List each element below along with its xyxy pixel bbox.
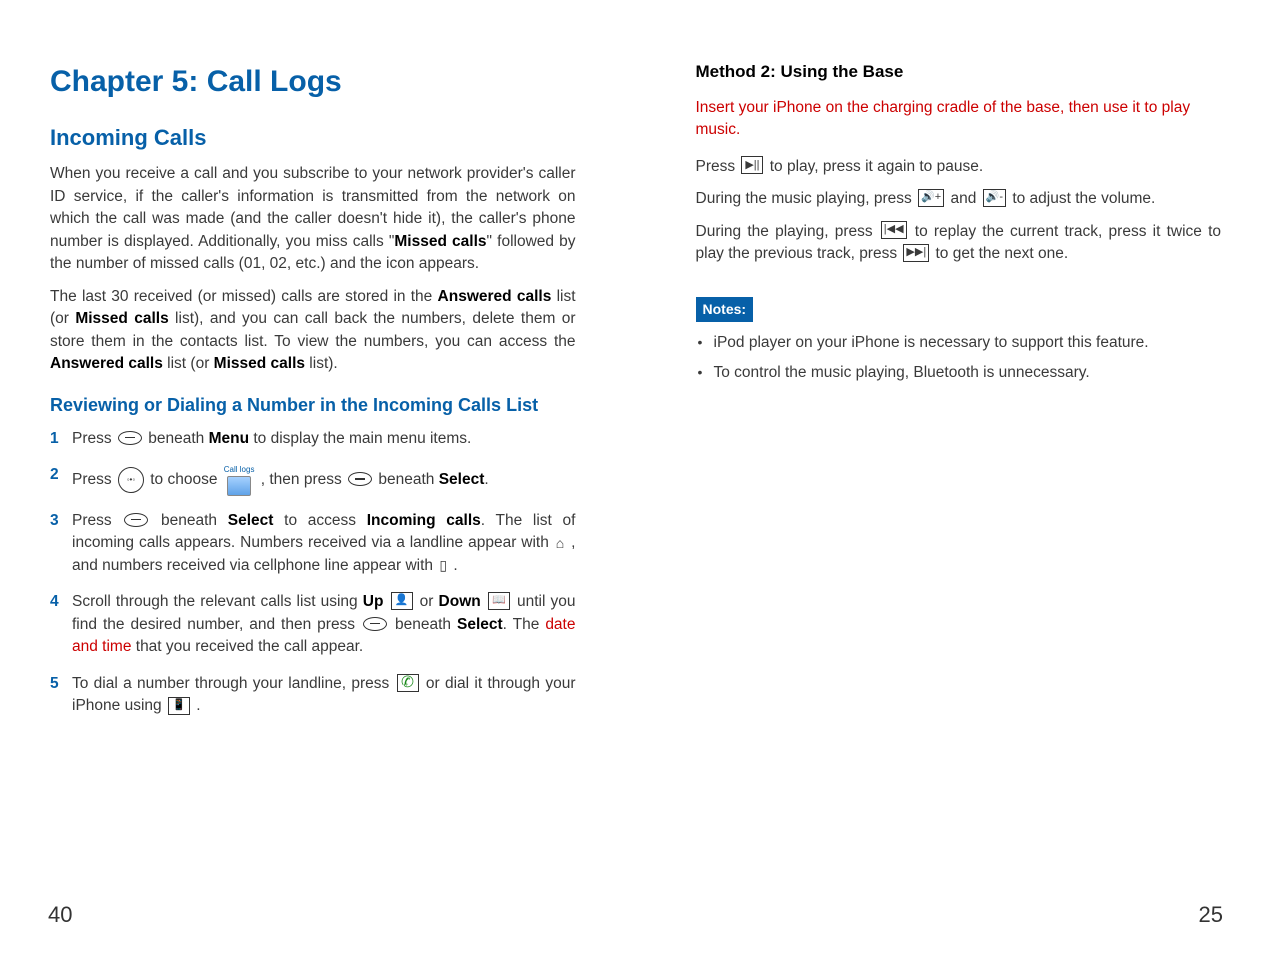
page-number-right: 25 xyxy=(1199,902,1223,928)
rp2b: and xyxy=(946,190,980,207)
volume-down-icon: 🔊- xyxy=(983,189,1006,207)
rp3c: to get the next one. xyxy=(931,245,1068,262)
step-1: 1 Press beneath Menu to display the main… xyxy=(50,428,576,450)
down-key-icon: 📖 xyxy=(488,592,510,610)
rp2a: During the music playing, press xyxy=(696,190,917,207)
notes-list: iPod player on your iPhone is necessary … xyxy=(696,332,1222,385)
s1a: Press xyxy=(72,430,116,447)
s2e: Select xyxy=(439,471,485,488)
note-1: iPod player on your iPhone is necessary … xyxy=(696,332,1222,354)
call-logs-label: Call logs xyxy=(224,464,255,476)
call-logs-icon: Call logs xyxy=(224,464,255,496)
s4d: Down xyxy=(439,593,481,610)
p2i: list). xyxy=(305,355,338,372)
intro-paragraph-2: The last 30 received (or missed) calls a… xyxy=(50,286,576,376)
s3b: beneath xyxy=(150,512,227,529)
s2c: , then press xyxy=(256,471,346,488)
s2a: Press xyxy=(72,471,116,488)
p2f: Answered calls xyxy=(50,355,163,372)
note-2: To control the music playing, Bluetooth … xyxy=(696,362,1222,384)
s1c: Menu xyxy=(209,430,249,447)
s4g: Select xyxy=(457,616,503,633)
mobile-icon: ▯ xyxy=(439,555,447,575)
s4c: or xyxy=(420,593,439,610)
step-num-3: 3 xyxy=(50,510,59,532)
s3e: Incoming calls xyxy=(367,512,481,529)
iphone-call-icon: 📱 xyxy=(168,697,190,715)
p2b: Answered calls xyxy=(438,288,552,305)
track-line: During the playing, press |◀◀ to replay … xyxy=(696,221,1222,266)
s1b: beneath xyxy=(144,430,209,447)
play-pause-line: Press ▶|| to play, press it again to pau… xyxy=(696,156,1222,178)
step-5: 5 To dial a number through your landline… xyxy=(50,673,576,718)
s3h: . xyxy=(449,557,458,574)
s3a: Press xyxy=(72,512,122,529)
reviewing-heading: Reviewing or Dialing a Number in the Inc… xyxy=(50,392,576,418)
step-num-4: 4 xyxy=(50,591,59,613)
step-num-5: 5 xyxy=(50,673,59,695)
step-num-2: 2 xyxy=(50,464,59,486)
rp1a: Press xyxy=(696,158,740,175)
rp1b: to play, press it again to pause. xyxy=(765,158,983,175)
softkey-oval-icon xyxy=(348,472,372,486)
softkey-oval-icon xyxy=(118,431,142,445)
s4a: Scroll through the relevant calls list u… xyxy=(72,593,363,610)
p2d: Missed calls xyxy=(75,310,168,327)
s4f: beneath xyxy=(389,616,457,633)
s2d: beneath xyxy=(374,471,439,488)
chapter-title: Chapter 5: Call Logs xyxy=(50,60,576,104)
notes-label: Notes: xyxy=(696,297,754,321)
s5a: To dial a number through your landline, … xyxy=(72,675,395,692)
steps-list: 1 Press beneath Menu to display the main… xyxy=(50,428,576,718)
left-column: Chapter 5: Call Logs Incoming Calls When… xyxy=(50,60,576,732)
rp3a: During the playing, press xyxy=(696,223,879,240)
s1d: to display the main menu items. xyxy=(249,430,471,447)
house-icon: ⌂ xyxy=(556,533,564,553)
s3d: to access xyxy=(273,512,366,529)
s2b: to choose xyxy=(146,471,222,488)
p2g: list (or xyxy=(163,355,214,372)
incoming-calls-heading: Incoming Calls xyxy=(50,122,576,154)
softkey-oval-icon xyxy=(124,513,148,527)
up-key-icon: 👤 xyxy=(391,592,413,610)
method-2-heading: Method 2: Using the Base xyxy=(696,60,1222,85)
s4j: that you received the call appear. xyxy=(131,638,363,655)
s3c: Select xyxy=(228,512,274,529)
page-number-left: 40 xyxy=(48,902,72,928)
volume-up-icon: 🔊+ xyxy=(918,189,944,207)
right-column: Method 2: Using the Base Insert your iPh… xyxy=(696,60,1222,732)
p2a: The last 30 received (or missed) calls a… xyxy=(50,288,438,305)
step-num-1: 1 xyxy=(50,428,59,450)
s4b: Up xyxy=(363,593,384,610)
p2h: Missed calls xyxy=(214,355,305,372)
step-4: 4 Scroll through the relevant calls list… xyxy=(50,591,576,658)
step-3: 3 Press beneath Select to access Incomin… xyxy=(50,510,576,577)
step-2: 2 Press ◦•◦ to choose Call logs , then p… xyxy=(50,464,576,496)
play-pause-icon: ▶|| xyxy=(741,156,763,174)
s4h: . The xyxy=(503,616,546,633)
insert-iphone-note: Insert your iPhone on the charging cradl… xyxy=(696,97,1222,142)
s2f: . xyxy=(484,471,488,488)
volume-line: During the music playing, press 🔊+ and 🔊… xyxy=(696,188,1222,210)
nav-wheel-icon: ◦•◦ xyxy=(118,467,144,493)
rp2c: to adjust the volume. xyxy=(1008,190,1155,207)
s5c: . xyxy=(192,697,201,714)
p1-bold-missed: Missed calls xyxy=(394,233,486,250)
prev-track-icon: |◀◀ xyxy=(881,221,907,239)
intro-paragraph-1: When you receive a call and you subscrib… xyxy=(50,163,576,275)
landline-call-icon: ✆ xyxy=(397,674,419,692)
next-track-icon: ▶▶| xyxy=(903,244,929,262)
softkey-oval-icon xyxy=(363,617,387,631)
